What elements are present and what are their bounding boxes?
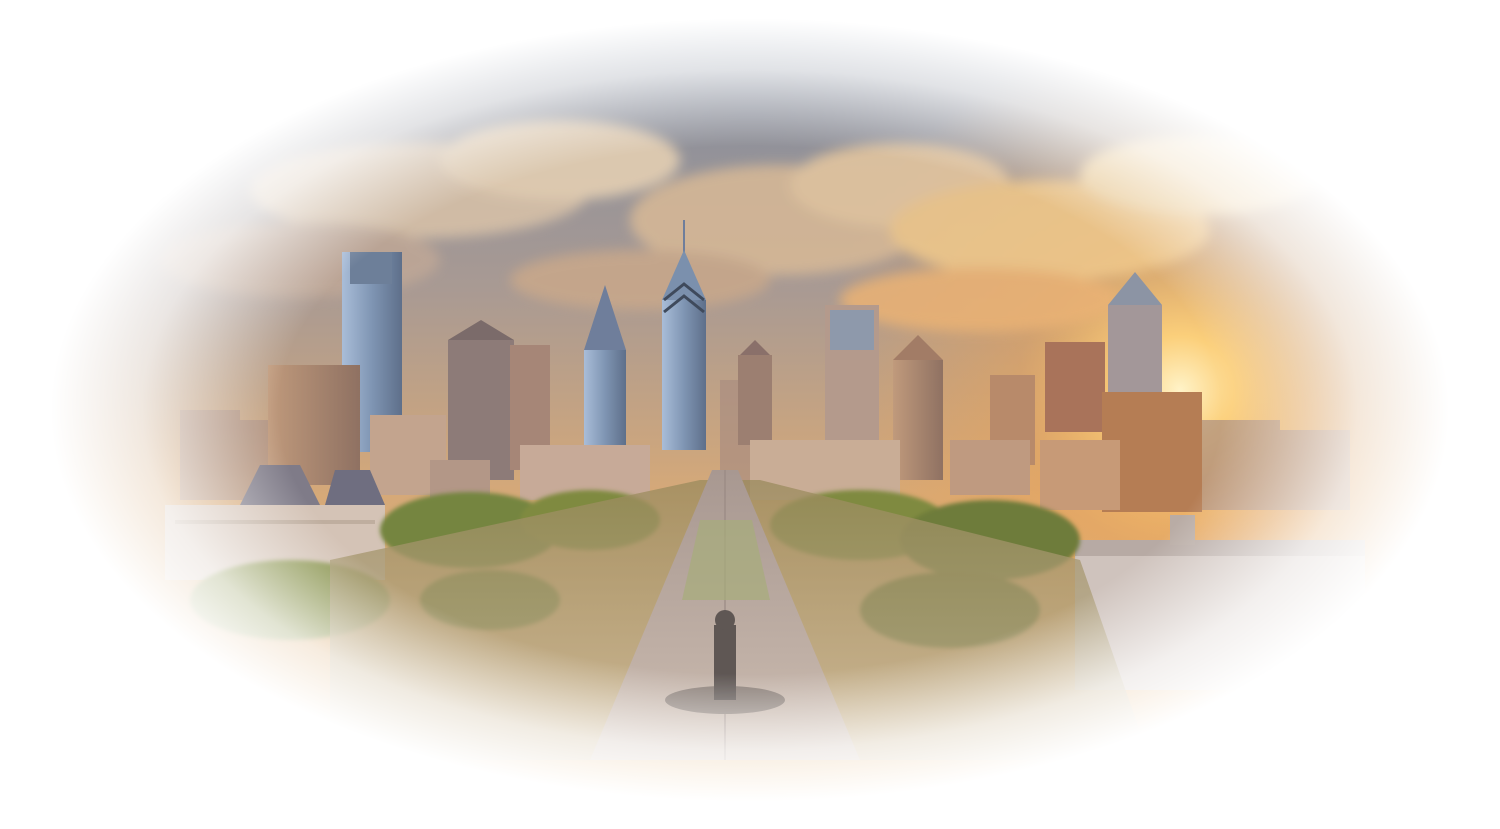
white-vignette (0, 0, 1500, 829)
skyline-photo (0, 0, 1500, 829)
